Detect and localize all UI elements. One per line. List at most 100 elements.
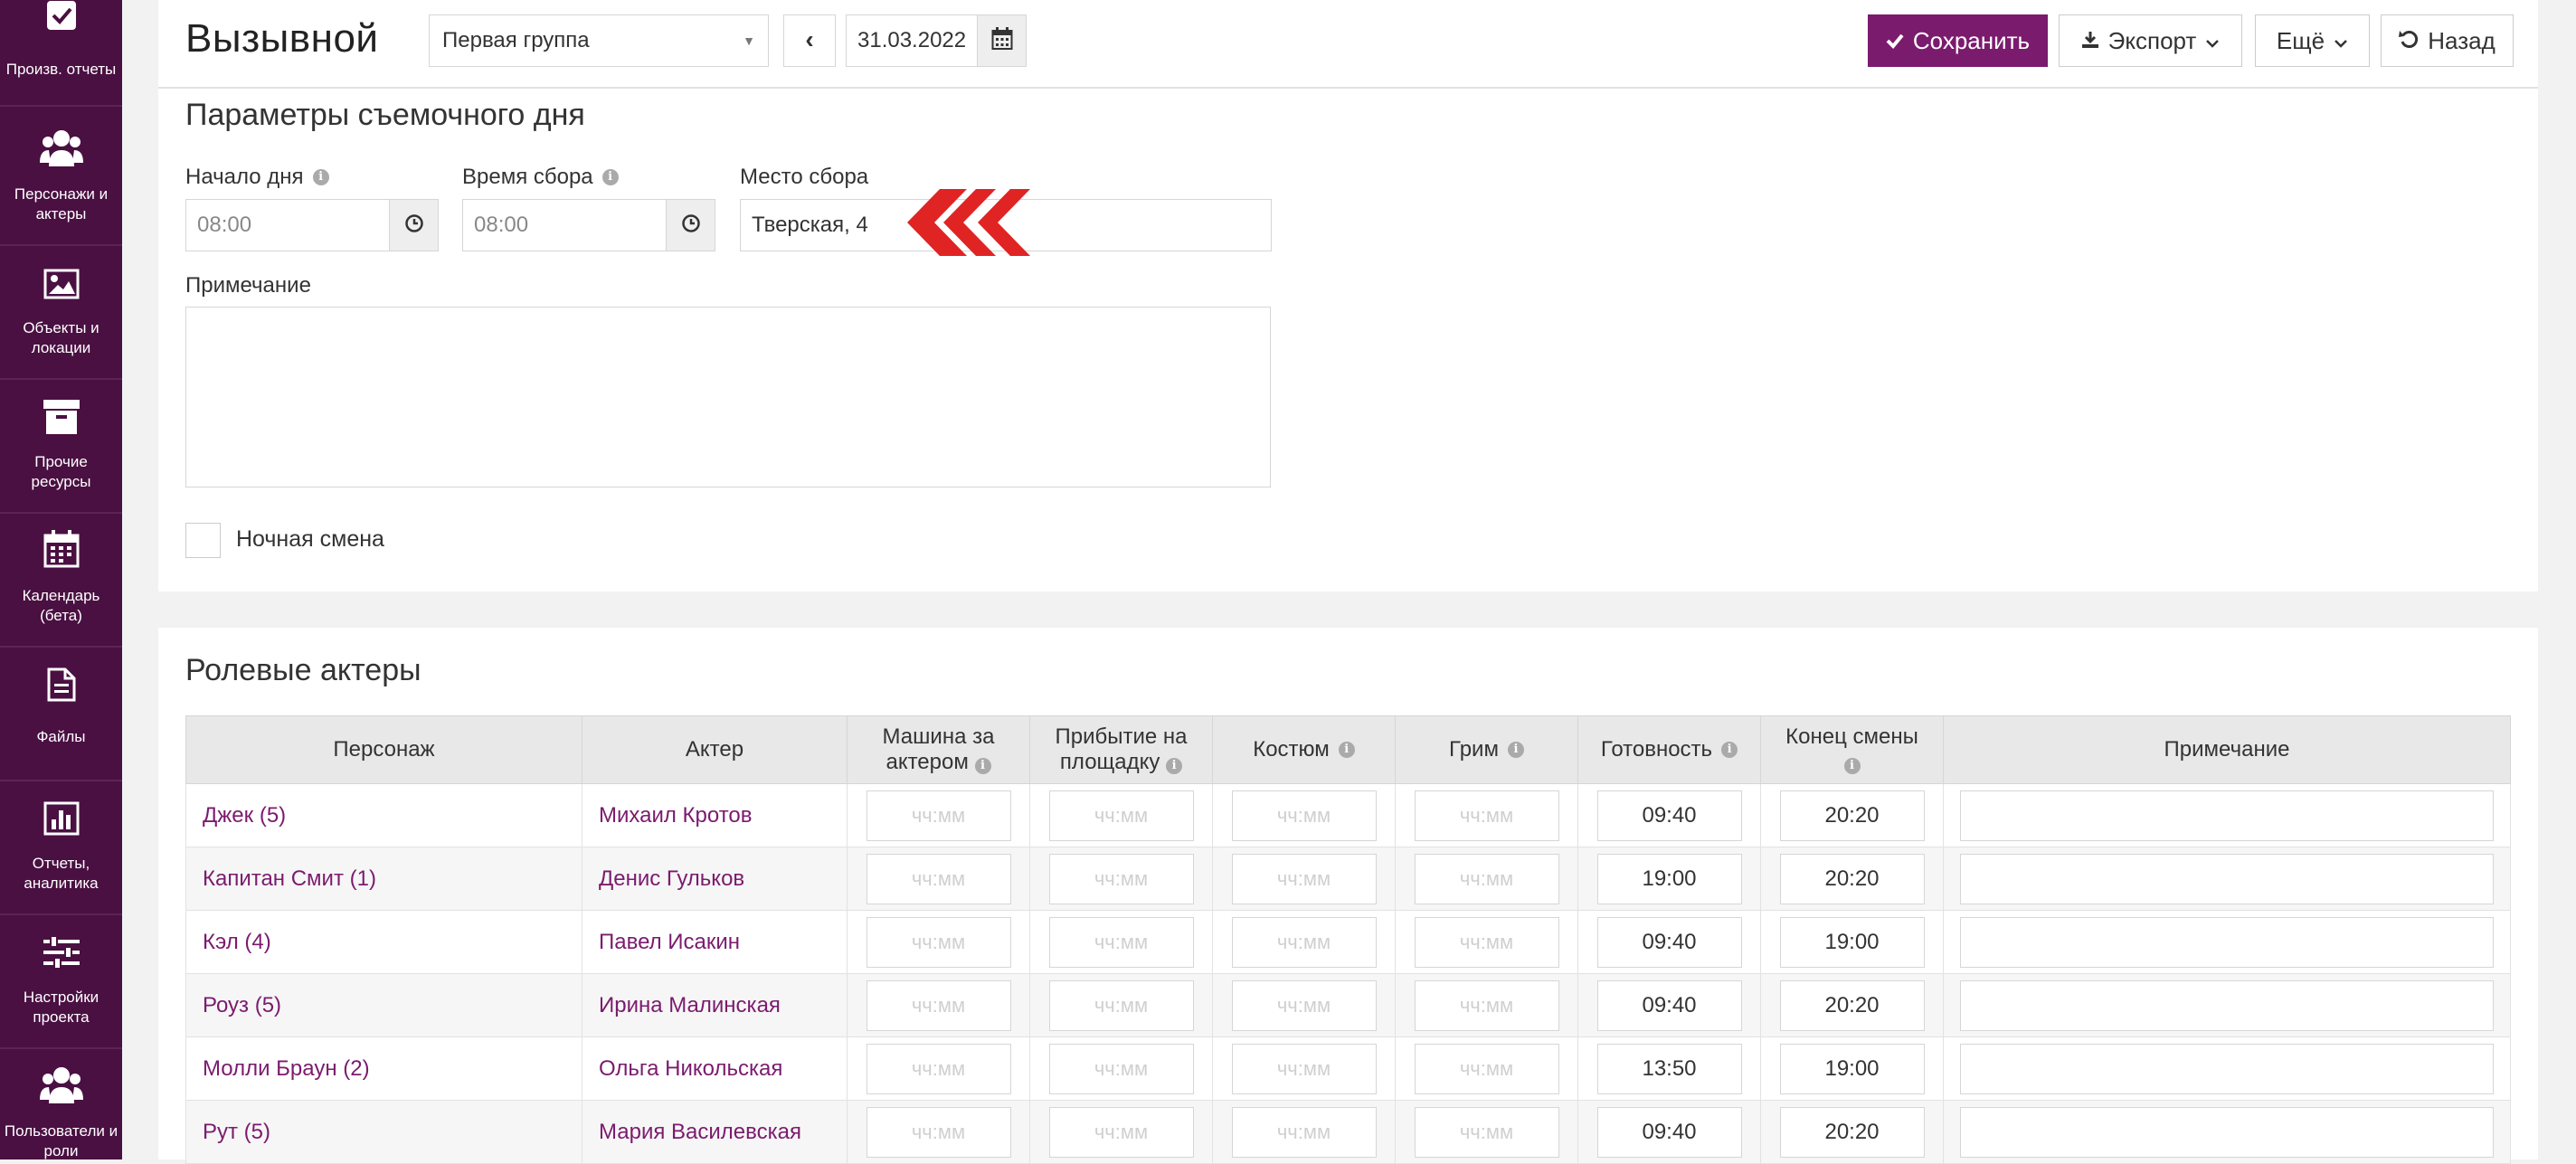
time-input[interactable]: 09:40 — [1596, 916, 1742, 968]
time-input-empty[interactable]: чч:мм — [1231, 916, 1377, 968]
night-shift-checkbox[interactable] — [185, 523, 221, 558]
time-input-empty[interactable]: чч:мм — [1414, 1043, 1559, 1094]
time-input-empty[interactable]: чч:мм — [1414, 979, 1559, 1031]
time-input-empty[interactable]: чч:мм — [1048, 790, 1194, 841]
time-cell: чч:мм — [1395, 1036, 1578, 1101]
sidebar-item-users[interactable]: Пользователи и роли — [0, 1049, 122, 1159]
actor-link[interactable]: Павел Исакин — [582, 910, 848, 974]
note-input[interactable] — [1960, 1106, 2494, 1158]
info-icon[interactable]: i — [601, 169, 619, 185]
info-icon[interactable]: i — [1338, 742, 1355, 758]
note-input[interactable] — [1960, 1043, 2494, 1094]
time-input[interactable]: 20:20 — [1779, 979, 1925, 1031]
date-picker-button[interactable] — [977, 14, 1027, 67]
actor-link[interactable]: Ольга Никольская — [582, 1036, 848, 1101]
sidebar-item-calendar[interactable]: Календарь (бета) — [0, 514, 122, 648]
time-input[interactable]: 20:20 — [1779, 790, 1925, 841]
group-select[interactable]: Первая группа ▼ — [429, 14, 769, 67]
gather-time-input[interactable]: 08:00 — [462, 199, 671, 251]
time-input-empty[interactable]: чч:мм — [1048, 979, 1194, 1031]
time-input-empty[interactable]: чч:мм — [866, 1043, 1011, 1094]
note-input[interactable] — [1960, 790, 2494, 841]
clock-button[interactable] — [666, 199, 715, 251]
info-icon[interactable]: i — [974, 758, 991, 774]
end-cell: 20:20 — [1760, 847, 1944, 911]
more-button[interactable]: Ещё — [2255, 14, 2370, 67]
clock-button[interactable] — [389, 199, 439, 251]
table-row: Молли Браун (2) Ольга Никольская чч:мм чч:м… — [185, 1036, 2511, 1101]
character-link[interactable]: Капитан Смит (1) — [185, 847, 582, 911]
users-icon — [0, 128, 122, 168]
chevron-left-icon: ‹ — [805, 25, 814, 53]
actor-link[interactable]: Денис Гульков — [582, 847, 848, 911]
time-input[interactable]: 20:20 — [1779, 1106, 1925, 1158]
time-input[interactable]: 19:00 — [1779, 1043, 1925, 1094]
time-input[interactable]: 09:40 — [1596, 790, 1742, 841]
sidebar-item-locations[interactable]: Объекты и локации — [0, 246, 122, 380]
time-input-empty[interactable]: чч:мм — [1048, 916, 1194, 968]
sidebar-item-settings[interactable]: Настройки проекта — [0, 915, 122, 1049]
actor-link[interactable]: Мария Василевская — [582, 1100, 848, 1164]
time-input-empty[interactable]: чч:мм — [1231, 853, 1377, 904]
column-header-text: Костюм — [1253, 737, 1330, 762]
character-link[interactable]: Молли Браун (2) — [185, 1036, 582, 1101]
character-link[interactable]: Роуз (5) — [185, 973, 582, 1037]
table-header-row: Персонаж Актер Машина за актером i Прибы… — [185, 715, 2511, 784]
time-input[interactable]: 09:40 — [1596, 979, 1742, 1031]
character-link[interactable]: Джек (5) — [185, 783, 582, 847]
time-input[interactable]: 13:50 — [1596, 1043, 1742, 1094]
time-cell: чч:мм — [847, 973, 1030, 1037]
save-button[interactable]: Сохранить — [1868, 14, 2048, 67]
time-input-empty[interactable]: чч:мм — [866, 979, 1011, 1031]
time-input-empty[interactable]: чч:мм — [1231, 979, 1377, 1031]
sidebar-item-characters[interactable]: Персонажи и актеры — [0, 112, 122, 246]
sidebar-item-resources[interactable]: Прочие ресурсы — [0, 380, 122, 514]
info-icon[interactable]: i — [312, 169, 329, 185]
time-input-empty[interactable]: чч:мм — [1231, 1106, 1377, 1158]
info-icon[interactable]: i — [1843, 758, 1861, 774]
note-input[interactable] — [1960, 979, 2494, 1031]
note-input[interactable] — [1960, 916, 2494, 968]
time-input-empty[interactable]: чч:мм — [866, 1106, 1011, 1158]
time-input-empty[interactable]: чч:мм — [1414, 916, 1559, 968]
prev-date-button[interactable]: ‹ — [783, 14, 836, 67]
time-input-empty[interactable]: чч:мм — [1231, 790, 1377, 841]
day-start-input[interactable]: 08:00 — [185, 199, 394, 251]
actor-link[interactable]: Ирина Малинская — [582, 973, 848, 1037]
time-input-empty[interactable]: чч:мм — [1048, 853, 1194, 904]
sidebar-item-files[interactable]: Файлы — [0, 648, 122, 781]
time-input-empty[interactable]: чч:мм — [866, 790, 1011, 841]
sidebar-item-analytics[interactable]: Отчеты, аналитика — [0, 781, 122, 915]
sidebar-item-label: Прочие ресурсы — [31, 453, 91, 490]
end-cell: 20:20 — [1760, 783, 1944, 847]
time-input-empty[interactable]: чч:мм — [1414, 790, 1559, 841]
toolbar: Вызывной Первая группа ▼ ‹ 31.03.2022 Со… — [158, 0, 2538, 89]
time-input[interactable]: 20:20 — [1779, 853, 1925, 904]
sidebar-item-reports[interactable]: Произв. отчеты — [0, 0, 122, 107]
actors-table: Персонаж Актер Машина за актером i Прибы… — [185, 715, 2511, 1164]
note-input[interactable] — [1960, 853, 2494, 904]
info-icon[interactable]: i — [1507, 742, 1524, 758]
time-input-empty[interactable]: чч:мм — [866, 853, 1011, 904]
note-cell — [1943, 847, 2511, 911]
column-header: Машина за актером i — [847, 715, 1030, 784]
back-button[interactable]: Назад — [2381, 14, 2514, 67]
time-input[interactable]: 19:00 — [1779, 916, 1925, 968]
time-input-empty[interactable]: чч:мм — [1414, 853, 1559, 904]
time-input-empty[interactable]: чч:мм — [1414, 1106, 1559, 1158]
info-icon[interactable]: i — [1166, 758, 1183, 774]
chevron-down-icon — [2205, 27, 2220, 55]
character-link[interactable]: Кэл (4) — [185, 910, 582, 974]
time-input-empty[interactable]: чч:мм — [1231, 1043, 1377, 1094]
time-input[interactable]: 09:40 — [1596, 1106, 1742, 1158]
export-button[interactable]: Экспорт — [2059, 14, 2242, 67]
actor-link[interactable]: Михаил Кротов — [582, 783, 848, 847]
time-input[interactable]: 19:00 — [1596, 853, 1742, 904]
character-link[interactable]: Рут (5) — [185, 1100, 582, 1164]
time-input-empty[interactable]: чч:мм — [1048, 1043, 1194, 1094]
time-input-empty[interactable]: чч:мм — [866, 916, 1011, 968]
note-textarea[interactable] — [185, 307, 1271, 487]
time-cell: чч:мм — [847, 847, 1030, 911]
time-input-empty[interactable]: чч:мм — [1048, 1106, 1194, 1158]
info-icon[interactable]: i — [1721, 742, 1738, 758]
